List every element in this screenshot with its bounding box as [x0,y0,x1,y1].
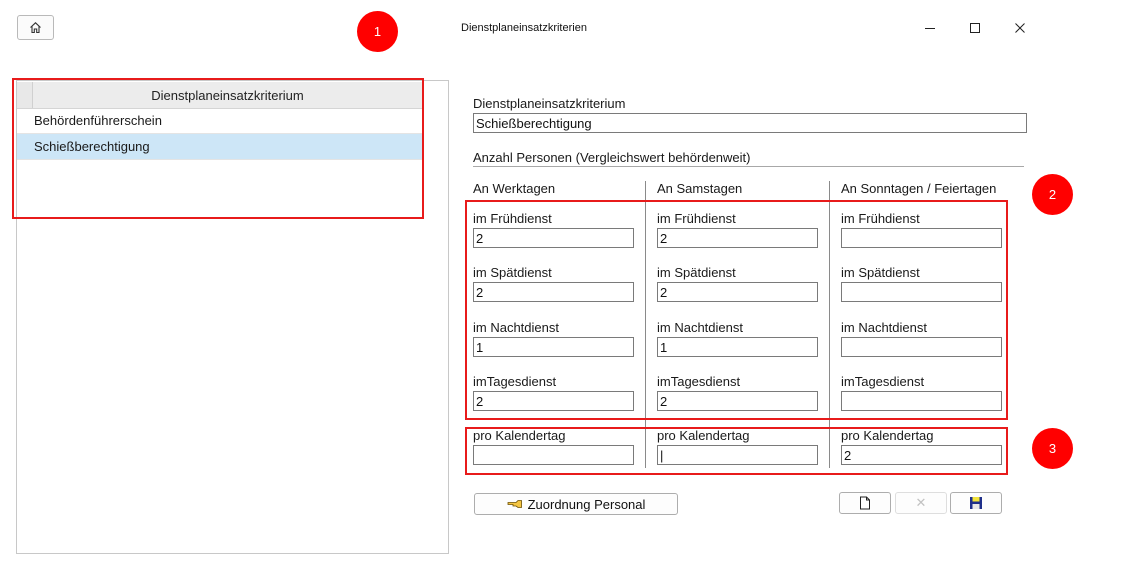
column-header-saturdays: An Samstagen [657,181,743,196]
maximize-icon [970,23,980,33]
close-icon [1015,23,1025,33]
section-divider [473,166,1024,167]
delete-icon: ✕ [915,495,927,510]
minimize-button[interactable] [917,15,943,41]
home-button[interactable] [17,15,54,40]
callout-box-1 [12,78,424,219]
criterion-label: Dienstplaneinsatzkriterium [473,96,626,111]
hand-pointing-icon [507,500,522,508]
column-header-sundays-holidays: An Sonntagen / Feiertagen [841,181,997,196]
close-button[interactable] [1007,15,1033,41]
callout-box-2 [465,200,1008,420]
callout-box-3 [465,427,1008,475]
callout-badge-2: 2 [1032,174,1073,215]
new-document-icon [860,496,870,510]
save-button[interactable] [950,492,1002,514]
column-header-weekdays: An Werktagen [473,181,556,196]
assign-personnel-button[interactable]: Zuordnung Personal [474,493,678,515]
callout-badge-3: 3 [1032,428,1073,469]
maximize-button[interactable] [962,15,988,41]
save-disk-icon [970,497,982,509]
criterion-input[interactable] [473,113,1027,133]
section-label: Anzahl Personen (Vergleichswert behörden… [473,150,751,165]
minimize-icon [925,28,935,29]
assign-personnel-label: Zuordnung Personal [527,496,646,512]
window-title: Dienstplaneinsatzkriterien [461,22,587,34]
new-record-button[interactable] [839,492,891,514]
callout-badge-1: 1 [357,11,398,52]
delete-button[interactable]: ✕ [895,492,947,514]
home-icon [30,22,41,34]
